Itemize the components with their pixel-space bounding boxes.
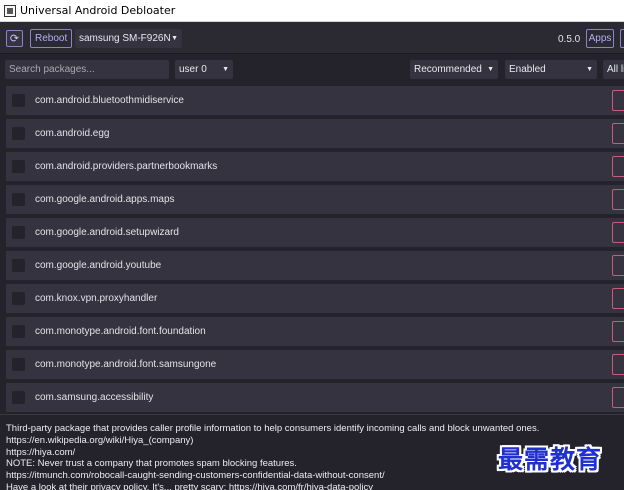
- package-row[interactable]: com.monotype.android.font.foundation: [6, 317, 624, 346]
- package-name: com.monotype.android.font.samsungone: [35, 359, 217, 370]
- package-checkbox[interactable]: [12, 160, 25, 173]
- chevron-down-icon: ▼: [586, 66, 593, 73]
- package-action-button[interactable]: [612, 156, 624, 177]
- package-row[interactable]: com.google.android.youtube: [6, 251, 624, 280]
- package-checkbox[interactable]: [12, 193, 25, 206]
- chevron-down-icon: ▼: [487, 66, 494, 73]
- settings-button[interactable]: [620, 29, 624, 48]
- package-action-button[interactable]: [612, 354, 624, 375]
- package-checkbox[interactable]: [12, 325, 25, 338]
- description-line: Have a look at their privacy policy. It'…: [6, 481, 373, 490]
- package-name: com.android.providers.partnerbookmarks: [35, 161, 218, 172]
- app-icon: [4, 4, 16, 17]
- state-select[interactable]: Enabled ▼: [505, 60, 597, 79]
- package-action-button[interactable]: [612, 90, 624, 111]
- package-checkbox[interactable]: [12, 391, 25, 404]
- package-name: com.monotype.android.font.foundation: [35, 326, 206, 337]
- package-checkbox[interactable]: [12, 259, 25, 272]
- package-name: com.google.android.setupwizard: [35, 227, 179, 238]
- description-line: Third-party package that provides caller…: [6, 423, 540, 434]
- reboot-button[interactable]: Reboot: [30, 29, 73, 48]
- package-row[interactable]: com.android.bluetoothmidiservice: [6, 86, 624, 115]
- package-action-button[interactable]: [612, 123, 624, 144]
- package-checkbox[interactable]: [12, 358, 25, 371]
- list-select-value: Recommended: [414, 64, 482, 75]
- device-select-value: samsung SM-F926N: [79, 33, 171, 44]
- package-row[interactable]: com.android.egg: [6, 119, 624, 148]
- package-name: com.google.android.youtube: [35, 260, 162, 271]
- window-title: Universal Android Debloater: [20, 4, 176, 17]
- package-row[interactable]: com.android.providers.partnerbookmarks: [6, 152, 624, 181]
- title-bar: Universal Android Debloater: [0, 0, 624, 22]
- removal-select[interactable]: All li: [603, 60, 624, 79]
- apps-button[interactable]: Apps: [586, 29, 614, 48]
- version-label: 0.5.0: [558, 34, 581, 45]
- package-checkbox[interactable]: [12, 127, 25, 140]
- package-checkbox[interactable]: [12, 94, 25, 107]
- package-name: com.google.android.apps.maps: [35, 194, 175, 205]
- refresh-icon: ⟳: [9, 33, 20, 45]
- user-select[interactable]: user 0 ▼: [175, 60, 233, 79]
- search-input[interactable]: [5, 60, 169, 79]
- refresh-button[interactable]: ⟳: [6, 30, 23, 47]
- device-select[interactable]: samsung SM-F926N ▼: [75, 29, 182, 48]
- package-row[interactable]: com.samsung.accessibility: [6, 383, 624, 412]
- package-name: com.android.egg: [35, 128, 110, 139]
- chevron-down-icon: ▼: [222, 66, 229, 73]
- package-list: com.android.bluetoothmidiservice com.and…: [0, 84, 624, 414]
- chevron-down-icon: ▼: [171, 35, 178, 42]
- package-action-button[interactable]: [612, 255, 624, 276]
- package-action-button[interactable]: [612, 222, 624, 243]
- package-row[interactable]: com.google.android.setupwizard: [6, 218, 624, 247]
- filter-bar: user 0 ▼ Recommended ▼ Enabled ▼ All li: [0, 55, 624, 83]
- state-select-value: Enabled: [509, 64, 546, 75]
- package-checkbox[interactable]: [12, 292, 25, 305]
- package-name: com.samsung.accessibility: [35, 392, 154, 403]
- list-select[interactable]: Recommended ▼: [410, 60, 498, 79]
- package-action-button[interactable]: [612, 321, 624, 342]
- package-row[interactable]: com.google.android.apps.maps: [6, 185, 624, 214]
- top-toolbar: ⟳ Reboot samsung SM-F926N ▼ 0.5.0 Apps: [0, 22, 624, 54]
- package-action-button[interactable]: [612, 387, 624, 408]
- package-action-button[interactable]: [612, 288, 624, 309]
- package-name: com.knox.vpn.proxyhandler: [35, 293, 158, 304]
- package-name: com.android.bluetoothmidiservice: [35, 95, 184, 106]
- package-checkbox[interactable]: [12, 226, 25, 239]
- package-action-button[interactable]: [612, 189, 624, 210]
- package-row[interactable]: com.knox.vpn.proxyhandler: [6, 284, 624, 313]
- user-select-value: user 0: [179, 64, 207, 75]
- removal-select-value: All li: [607, 64, 624, 75]
- watermark: 最需教育: [498, 445, 603, 474]
- package-row[interactable]: com.monotype.android.font.samsungone: [6, 350, 624, 379]
